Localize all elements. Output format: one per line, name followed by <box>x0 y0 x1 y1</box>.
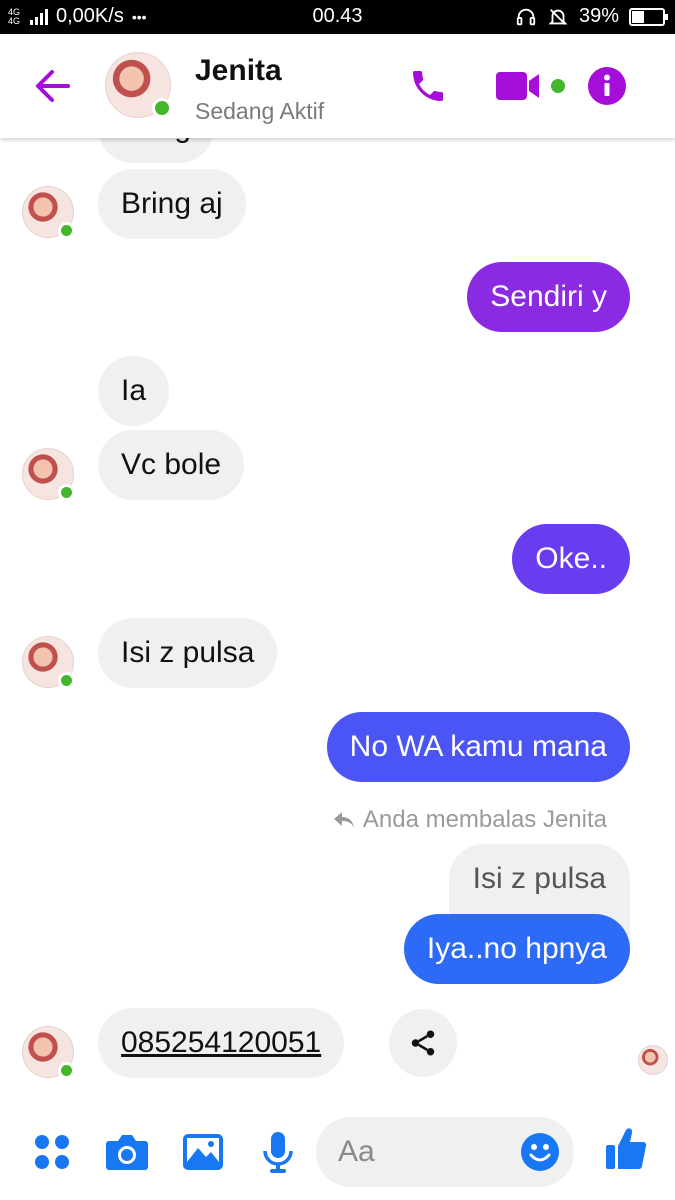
status-right: 39% <box>515 5 668 28</box>
online-indicator <box>58 484 75 501</box>
message-received[interactable]: 085254120051 <box>98 1008 345 1078</box>
message-input[interactable]: Aa <box>316 1117 574 1187</box>
reply-note-text: Anda membalas Jenita <box>362 806 607 833</box>
gallery-button[interactable] <box>181 1130 225 1174</box>
bell-muted-icon <box>548 8 568 25</box>
video-active-dot <box>551 79 565 93</box>
video-camera-icon <box>496 72 539 100</box>
camera-icon <box>106 1135 148 1170</box>
message-received[interactable]: Bring aj <box>98 169 246 239</box>
share-icon <box>411 1030 435 1056</box>
online-indicator <box>58 1062 75 1079</box>
thumbs-up-icon <box>606 1128 647 1169</box>
microphone-icon <box>263 1132 293 1173</box>
seen-avatar <box>638 1045 668 1075</box>
like-button[interactable] <box>604 1126 648 1170</box>
contact-name[interactable]: Jenita <box>195 54 282 88</box>
message-list[interactable]: Bring Bring aj Sendiri y Ia Vc bole Oke.… <box>0 138 675 1100</box>
reply-icon <box>333 812 354 828</box>
share-button[interactable] <box>389 1009 457 1077</box>
more-actions-button[interactable] <box>30 1130 74 1174</box>
headset-icon <box>516 8 536 25</box>
message-input-placeholder: Aa <box>338 1135 375 1168</box>
message-sent[interactable]: Iya..no hpnya <box>403 914 630 984</box>
message-received[interactable]: Vc bole <box>98 430 245 500</box>
status-bar: 4G 4G 0,00K/s ••• 00.43 39% <box>0 0 675 34</box>
message-sent[interactable]: Sendiri y <box>467 262 630 332</box>
battery-icon <box>629 7 668 26</box>
contact-status: Sedang Aktif <box>195 98 325 124</box>
online-indicator <box>58 672 75 689</box>
info-icon <box>588 67 626 105</box>
emoji-icon[interactable] <box>520 1132 560 1172</box>
arrow-left-icon <box>36 70 70 102</box>
camera-button[interactable] <box>105 1130 149 1174</box>
reply-note: Anda membalas Jenita <box>333 806 607 834</box>
active-indicator <box>152 98 172 118</box>
video-call-button[interactable] <box>494 66 566 106</box>
message-received[interactable]: Isi z pulsa <box>98 618 278 688</box>
phone-icon <box>413 71 443 101</box>
message-sent[interactable]: Oke.. <box>512 524 630 594</box>
message-received-partial[interactable]: Bring <box>98 138 215 163</box>
online-indicator <box>58 222 75 239</box>
info-button[interactable] <box>586 66 628 106</box>
chat-header: Jenita Sedang Aktif <box>0 34 675 138</box>
phone-number-link[interactable]: 085254120051 <box>121 1026 321 1059</box>
message-sent[interactable]: No WA kamu mana <box>326 712 630 782</box>
grid-dots-icon <box>35 1135 69 1169</box>
image-icon <box>183 1134 223 1170</box>
battery-percent: 39% <box>578 5 619 27</box>
voice-call-button[interactable] <box>405 66 451 106</box>
back-button[interactable] <box>30 66 74 106</box>
battery-fill <box>632 10 645 23</box>
message-received[interactable]: Ia <box>98 356 170 426</box>
voice-message-button[interactable] <box>256 1130 300 1174</box>
composer-bar: Aa <box>0 1100 675 1200</box>
